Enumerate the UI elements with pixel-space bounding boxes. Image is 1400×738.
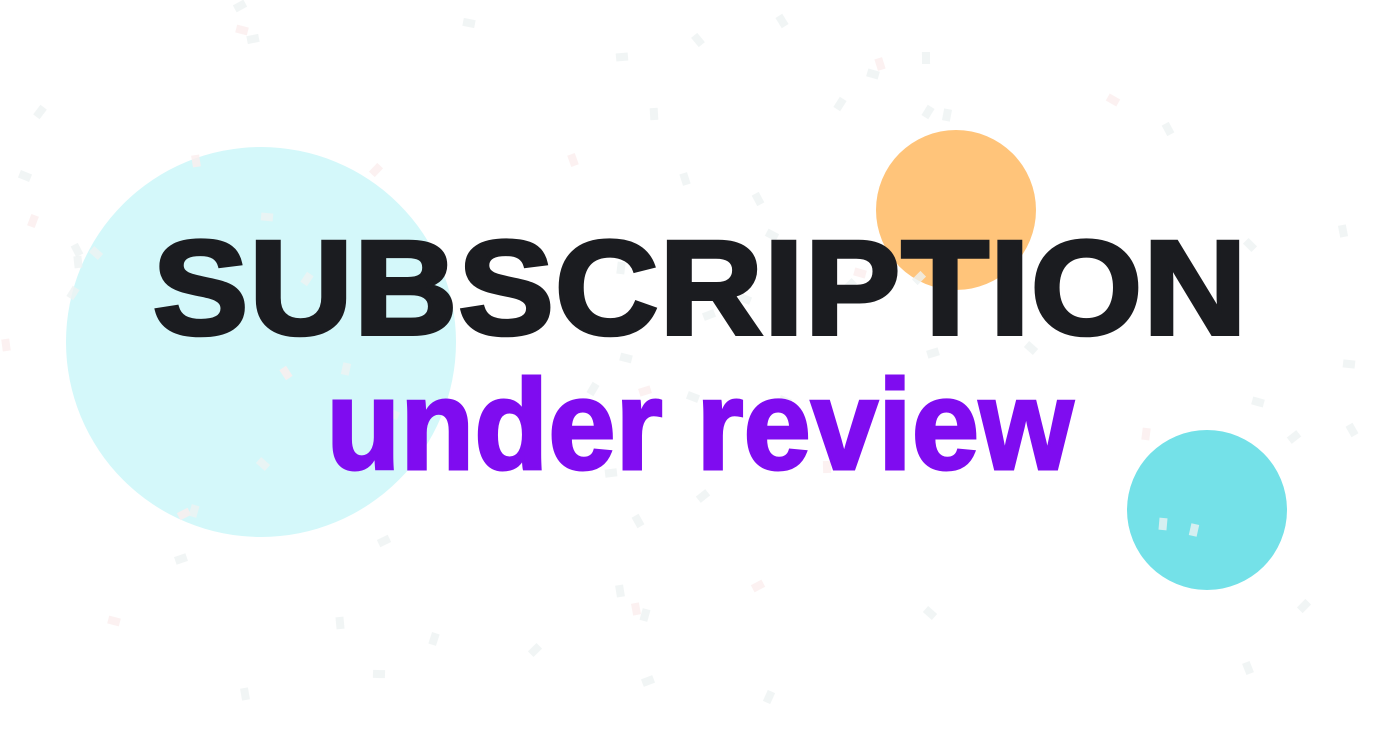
confetti-piece	[679, 172, 691, 187]
confetti-piece	[462, 18, 476, 29]
confetti-piece	[640, 675, 655, 687]
confetti-piece	[873, 57, 886, 72]
confetti-piece	[833, 97, 847, 112]
confetti-piece	[527, 642, 542, 657]
confetti-piece	[33, 104, 47, 120]
subheadline: under review	[325, 354, 1075, 497]
confetti-piece	[1158, 517, 1168, 531]
confetti-piece	[427, 632, 440, 647]
confetti-piece	[335, 616, 345, 630]
confetti-piece	[368, 162, 383, 177]
confetti-piece	[616, 52, 629, 62]
confetti-piece	[377, 534, 392, 547]
confetti-piece	[615, 584, 626, 598]
confetti-piece	[762, 689, 776, 705]
confetti-piece	[690, 33, 705, 48]
headline: SUBSCRIPTION	[150, 214, 1248, 363]
confetti-piece	[941, 107, 952, 122]
confetti-piece	[1296, 599, 1311, 614]
confetti-piece	[232, 0, 248, 13]
confetti-piece	[631, 513, 645, 529]
confetti-piece	[373, 669, 386, 678]
confetti-piece	[922, 51, 931, 64]
confetti-piece	[174, 553, 189, 565]
confetti-piece	[923, 605, 938, 620]
confetti-piece	[751, 192, 764, 207]
confetti-piece	[239, 687, 250, 701]
confetti-piece	[750, 579, 766, 592]
confetti-piece	[235, 24, 249, 36]
confetti-piece	[1105, 93, 1120, 107]
confetti-piece	[1241, 660, 1254, 675]
confetti-piece	[246, 33, 260, 45]
confetti-piece	[630, 602, 641, 616]
confetti-piece	[17, 169, 32, 182]
confetti-piece	[1161, 121, 1175, 137]
confetti-piece	[775, 13, 789, 29]
confetti-piece	[567, 153, 579, 168]
confetti-piece	[639, 607, 651, 622]
confetti-piece	[649, 107, 659, 120]
confetti-piece	[107, 615, 121, 627]
confetti-piece	[921, 104, 935, 120]
